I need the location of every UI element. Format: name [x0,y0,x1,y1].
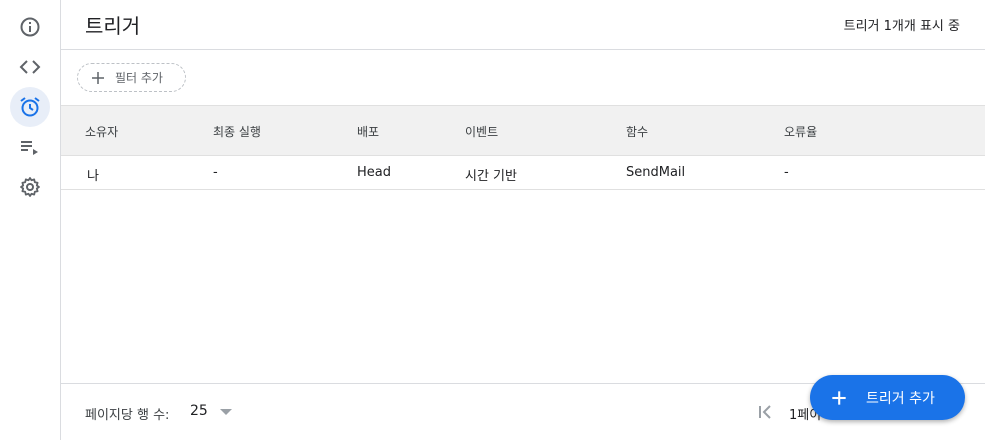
page-title: 트리거 [85,14,141,38]
cell-last-run: - [213,165,218,180]
gear-icon [20,177,40,197]
cell-event: 시간 기반 [465,169,517,184]
table-row[interactable]: 나 - Head 시간 기반 SendMail - [61,156,985,190]
add-filter-label: 필터 추가 [115,71,163,85]
column-header-deployment[interactable]: 배포 [357,123,379,140]
alarm-clock-icon [20,97,40,117]
table-header: 소유자 최종 실행 배포 이벤트 함수 오류율 [61,105,985,156]
nav-triggers-button[interactable] [10,87,50,127]
plus-icon [92,71,104,84]
nav-executions-button[interactable] [10,127,50,167]
playlist-play-icon [21,141,38,155]
add-trigger-button[interactable]: 트리거 추가 [810,375,965,420]
cell-error-rate: - [784,165,789,180]
cell-function: SendMail [626,165,686,180]
rows-per-page-select[interactable]: 25 [190,403,208,419]
column-header-error-rate[interactable]: 오류율 [784,123,817,140]
column-header-event[interactable]: 이벤트 [465,123,498,140]
rows-per-page-label: 페이지당 행 수: [85,408,170,423]
page-header: 트리거 트리거 1개개 표시 중 [61,0,985,50]
nav-editor-button[interactable] [10,47,50,87]
info-icon [20,17,40,37]
side-nav-rail [0,0,61,440]
cell-deployment: Head [357,165,391,180]
cell-owner: 나 [87,169,99,184]
filter-bar: 필터 추가 [61,50,985,105]
nav-overview-button[interactable] [10,7,50,47]
nav-settings-button[interactable] [10,167,50,207]
column-header-owner[interactable]: 소유자 [85,123,118,140]
column-header-function[interactable]: 함수 [626,123,648,140]
add-filter-button[interactable]: 필터 추가 [77,63,186,92]
first-page-icon[interactable] [757,403,773,421]
add-trigger-label: 트리거 추가 [866,390,935,407]
code-icon [19,60,41,74]
trigger-count-text: 트리거 1개개 표시 중 [843,19,960,34]
dropdown-caret-icon[interactable] [220,409,232,415]
column-header-last-run[interactable]: 최종 실행 [213,123,261,140]
plus-icon [832,390,846,405]
